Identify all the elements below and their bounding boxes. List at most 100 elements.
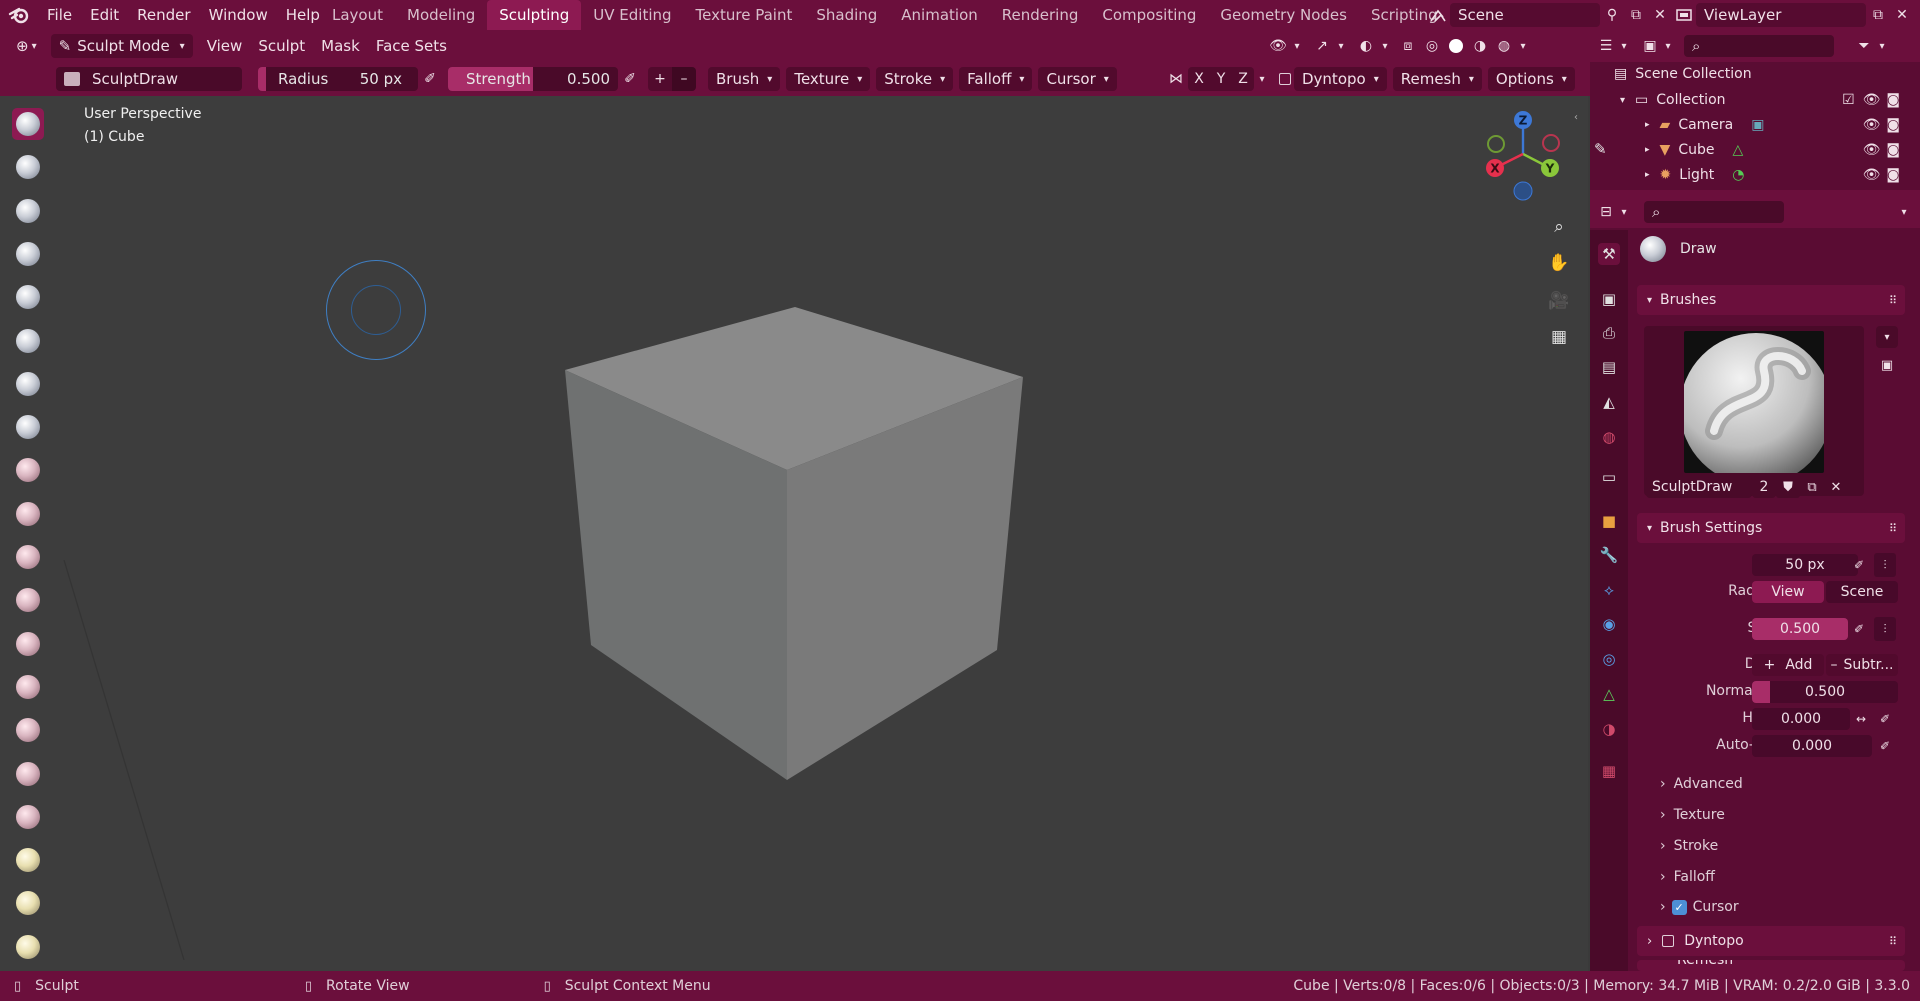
- physics-tab-icon[interactable]: ◉: [1598, 613, 1620, 635]
- rendered-shading-icon[interactable]: ◍: [1492, 34, 1516, 58]
- delete-viewlayer-icon[interactable]: ✕: [1890, 3, 1914, 27]
- expand-arrow-icon[interactable]: ▸: [1645, 120, 1650, 130]
- viewlayer-name-field[interactable]: ViewLayer: [1696, 3, 1866, 27]
- dyntopo-checkbox[interactable]: [1276, 67, 1294, 91]
- visibility-eye-icon[interactable]: 👁: [1863, 92, 1881, 108]
- falloff-subpanel[interactable]: › Falloff: [1660, 869, 1715, 885]
- tool-multiplane-scrape-icon[interactable]: [12, 671, 44, 703]
- dyntopo-panel-checkbox[interactable]: [1662, 935, 1675, 947]
- render-camera-icon[interactable]: ◙: [1886, 117, 1900, 133]
- cursor-subpanel[interactable]: › ✓ Cursor: [1660, 899, 1739, 915]
- chevron-down-icon[interactable]: ▾: [1516, 34, 1530, 58]
- strength-pressure-icon[interactable]: ✐: [618, 67, 642, 91]
- constraints-tab-icon[interactable]: ◎: [1598, 648, 1620, 670]
- menu-edit[interactable]: Edit: [81, 0, 128, 30]
- tool-clay-thumb-icon[interactable]: [12, 281, 44, 313]
- brush-list-dropdown[interactable]: ▾: [1876, 326, 1898, 348]
- tool-clay-icon[interactable]: [12, 195, 44, 227]
- strength-curve-icon[interactable]: ⫶: [1874, 617, 1896, 641]
- radius-curve-icon[interactable]: ⫶: [1874, 553, 1896, 577]
- chevron-down-icon[interactable]: ▾: [1876, 34, 1888, 58]
- eyedropper-icon[interactable]: ✎: [1594, 140, 1607, 158]
- visibility-eye-icon[interactable]: 👁: [1863, 142, 1881, 158]
- outliner-search-input[interactable]: ⌕: [1684, 35, 1834, 57]
- tool-snake-hook-icon[interactable]: [12, 844, 44, 876]
- drag-handle-icon[interactable]: ⠿: [1889, 935, 1897, 948]
- autosmooth-pressure-icon[interactable]: ✐: [1874, 734, 1896, 758]
- tool-scrape-icon[interactable]: [12, 628, 44, 660]
- symmetry-z-toggle[interactable]: Z: [1232, 67, 1254, 91]
- stroke-dropdown[interactable]: Stroke ▾: [876, 67, 954, 91]
- gizmo-toggle-icon[interactable]: ↗: [1310, 34, 1334, 58]
- tab-texture-paint[interactable]: Texture Paint: [684, 0, 805, 30]
- tool-draw-sharp-icon[interactable]: [12, 151, 44, 183]
- brush-selector[interactable]: SculptDraw: [56, 67, 242, 91]
- pan-hand-icon[interactable]: ✋: [1544, 248, 1574, 278]
- scene-name-field[interactable]: Scene: [1450, 3, 1600, 27]
- scene-tab-icon[interactable]: ◭: [1598, 391, 1620, 413]
- new-scene-icon[interactable]: ⧉: [1624, 3, 1648, 27]
- tab-compositing[interactable]: Compositing: [1090, 0, 1208, 30]
- tool-tab-icon[interactable]: ⚒: [1598, 243, 1620, 265]
- options-dropdown[interactable]: Options ▾: [1487, 67, 1575, 91]
- tab-modeling[interactable]: Modeling: [395, 0, 487, 30]
- chevron-down-icon[interactable]: ▾: [1334, 34, 1348, 58]
- properties-editor-icon[interactable]: ⊟: [1594, 200, 1618, 224]
- viewlayer-selector[interactable]: ViewLayer ⧉ ✕: [1672, 3, 1914, 27]
- pin-scene-icon[interactable]: ⚲: [1600, 3, 1624, 27]
- menu-view[interactable]: View: [199, 34, 251, 58]
- solid-shading-icon[interactable]: [1444, 34, 1468, 58]
- tab-shading[interactable]: Shading: [804, 0, 889, 30]
- properties-search-input[interactable]: ⌕: [1644, 201, 1784, 223]
- tab-uv-editing[interactable]: UV Editing: [581, 0, 683, 30]
- collection-row[interactable]: ▾ ▭ Collection ☑ 👁 ◙: [1620, 92, 1900, 108]
- remesh-dropdown[interactable]: Remesh ▾: [1392, 67, 1482, 91]
- dyntopo-panel-header[interactable]: › Dyntopo ⠿: [1637, 926, 1905, 956]
- output-tab-icon[interactable]: ⎙: [1598, 322, 1620, 344]
- material-shading-icon[interactable]: ◑: [1468, 34, 1492, 58]
- duplicate-brush-icon[interactable]: ⧉: [1800, 476, 1824, 498]
- chevron-down-icon[interactable]: ▾: [1290, 34, 1304, 58]
- visibility-eye-icon[interactable]: 👁: [1863, 117, 1881, 133]
- tool-grab-icon[interactable]: [12, 758, 44, 790]
- tab-sculpting[interactable]: Sculpting: [487, 0, 582, 30]
- expand-arrow-icon[interactable]: ▸: [1645, 145, 1650, 155]
- autosmooth-field[interactable]: 0.000: [1752, 735, 1872, 757]
- chevron-down-icon[interactable]: ▾: [1618, 200, 1630, 224]
- mode-selector[interactable]: ✎ Sculpt Mode ▾: [50, 34, 193, 58]
- filter-icon[interactable]: ⏷: [1852, 34, 1876, 58]
- drag-handle-icon[interactable]: ⠿: [1889, 522, 1897, 535]
- hardness-field[interactable]: 0.000: [1752, 708, 1850, 730]
- camera-data-icon[interactable]: ▣: [1751, 117, 1764, 133]
- tool-pose-icon[interactable]: [12, 931, 44, 963]
- brush-preview-frame[interactable]: [1644, 326, 1864, 496]
- exclude-checkbox[interactable]: ☑: [1842, 92, 1855, 108]
- perspective-toggle-icon[interactable]: ▦: [1544, 322, 1574, 352]
- editor-type-button[interactable]: ⊕ ▾: [8, 34, 45, 58]
- strength-pressure-icon[interactable]: ✐: [1848, 617, 1870, 641]
- cube-mesh[interactable]: [560, 300, 1030, 790]
- direction-subtract-button[interactable]: –: [672, 67, 696, 91]
- collection-tab-icon[interactable]: ▭: [1598, 466, 1620, 488]
- cursor-checkbox[interactable]: ✓: [1671, 899, 1687, 915]
- scene-collection-row[interactable]: ▤ Scene Collection: [1614, 66, 1752, 82]
- tool-clay-strips-icon[interactable]: [12, 238, 44, 270]
- wireframe-shading-icon[interactable]: ◎: [1420, 34, 1444, 58]
- tool-pinch-icon[interactable]: [12, 714, 44, 746]
- render-tab-icon[interactable]: ▣: [1598, 288, 1620, 310]
- tool-thumb-icon[interactable]: [12, 887, 44, 919]
- tool-layer-icon[interactable]: [12, 325, 44, 357]
- tab-geometry-nodes[interactable]: Geometry Nodes: [1208, 0, 1359, 30]
- strength-slider[interactable]: Strength 0.500: [448, 67, 618, 91]
- render-camera-icon[interactable]: ◙: [1886, 92, 1900, 108]
- render-camera-icon[interactable]: ◙: [1886, 142, 1900, 158]
- chevron-down-icon[interactable]: ▾: [1892, 200, 1916, 224]
- outliner-item-camera[interactable]: ▸ ▰ Camera ▣ 👁 ◙: [1645, 117, 1900, 133]
- menu-file[interactable]: File: [38, 0, 81, 30]
- tab-layout[interactable]: Layout: [320, 0, 395, 30]
- object-tab-icon[interactable]: ■: [1598, 510, 1620, 532]
- overlays-icon[interactable]: ◐: [1354, 34, 1378, 58]
- unlink-brush-icon[interactable]: ✕: [1824, 476, 1848, 498]
- direction-add-button[interactable]: +: [648, 67, 672, 91]
- radius-pressure-icon[interactable]: ✐: [418, 67, 442, 91]
